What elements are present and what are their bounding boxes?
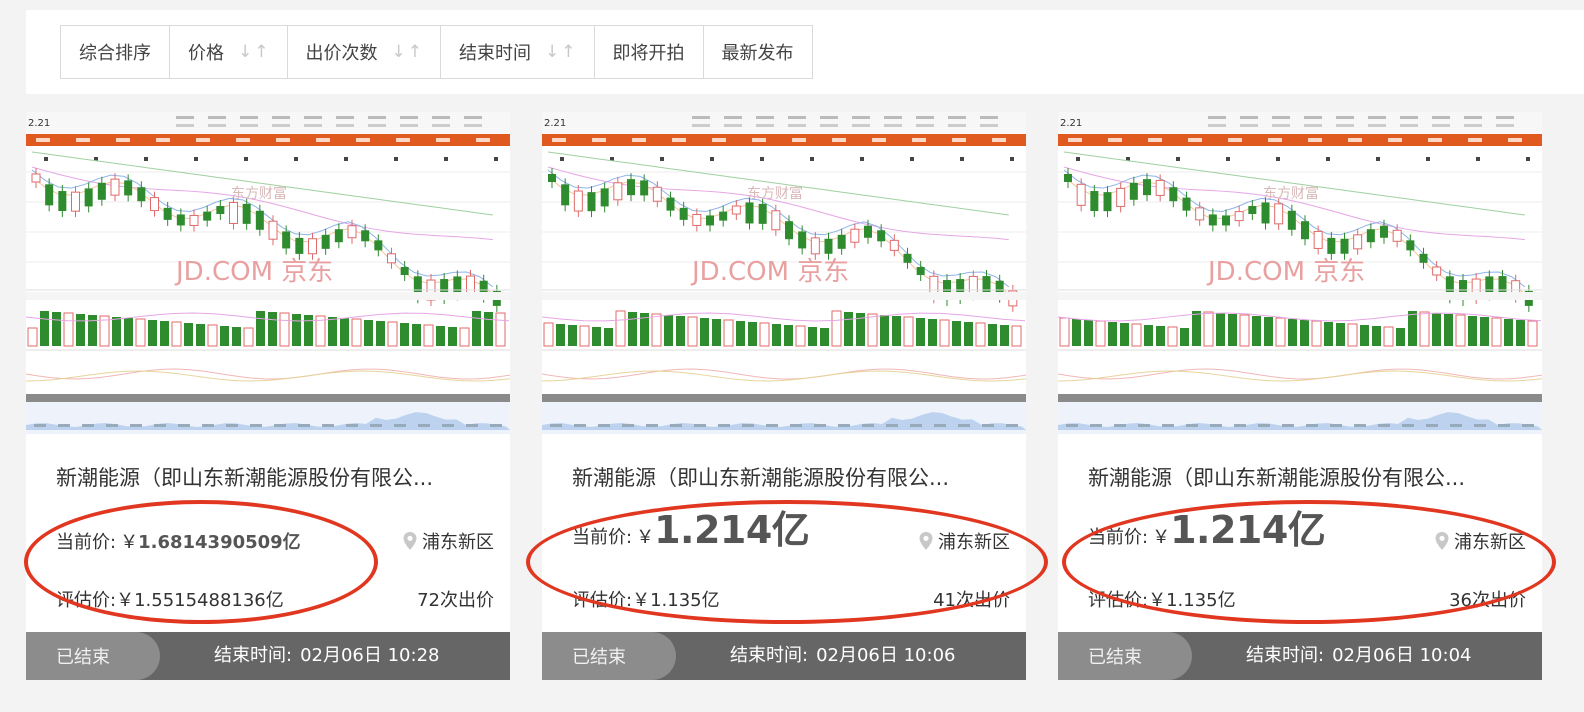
estimate-row: 评估价:￥1.135亿 41次出价	[572, 586, 1010, 612]
end-time-label: 结束时间:	[214, 645, 293, 666]
sort-tab-group: 综合排序 价格 ↓ ↑ 出价次数 ↓ ↑ 结束时间 ↓ ↑ 即将开拍 最新发布	[60, 25, 813, 79]
jd-watermark: JD.COM 京东	[174, 257, 333, 287]
location: 浦东新区	[402, 528, 494, 554]
estimate-row: 评估价:￥1.135亿 36次出价	[1088, 586, 1526, 612]
stock-chart-thumbnail: 2.21 东方财富 JD.COM 京东	[542, 112, 1026, 434]
end-time: 结束时间: 02月06日 10:04	[1246, 632, 1471, 680]
card-footer: 已结束 结束时间: 02月06日 10:06	[542, 632, 1026, 680]
status-label: 已结束	[56, 647, 110, 668]
sort-tab-5[interactable]: 最新发布	[704, 26, 812, 78]
end-time-value: 02月06日 10:06	[816, 645, 956, 666]
stock-chart-thumbnail: 2.21 东方财富 JD.COM 京东	[1058, 112, 1542, 434]
currency-symbol: ￥	[636, 527, 655, 548]
status-label: 已结束	[1088, 647, 1142, 668]
map-pin-icon	[403, 532, 417, 550]
jd-watermark: JD.COM 京东	[1206, 257, 1365, 287]
currency-symbol: ￥	[1152, 527, 1171, 548]
current-price-label: 当前价:	[572, 527, 633, 548]
sort-tab-4[interactable]: 即将开拍	[595, 26, 704, 78]
card-title[interactable]: 新潮能源（即山东新潮能源股份有限公...	[1088, 462, 1518, 492]
location-label: 浦东新区	[938, 532, 1010, 553]
location-label: 浦东新区	[1454, 532, 1526, 553]
bid-count: 72次出价	[417, 590, 494, 611]
location: 浦东新区	[1434, 528, 1526, 554]
price-row: 当前价: ￥1.214亿 浦东新区	[572, 508, 1010, 564]
estimate-price: 评估价:￥1.135亿	[1088, 590, 1236, 611]
status-label: 已结束	[572, 647, 626, 668]
sort-tab-1[interactable]: 价格 ↓ ↑	[170, 26, 288, 78]
status-badge: 已结束	[26, 632, 160, 680]
status-badge: 已结束	[1058, 632, 1192, 680]
thumb-price-label: 2.21	[1060, 118, 1082, 129]
current-price: 当前价: ￥1.6814390509亿	[56, 528, 301, 554]
card-thumbnail[interactable]: 2.21 东方财富 JD.COM 京东	[26, 112, 510, 434]
sort-tab-label: 价格	[188, 43, 224, 64]
svg-text:东方财富: 东方财富	[231, 185, 287, 202]
map-pin-icon	[1435, 532, 1449, 550]
sort-tab-3[interactable]: 结束时间 ↓ ↑	[441, 26, 595, 78]
sort-arrows-icon: ↓ ↑	[545, 41, 576, 62]
price-row: 当前价: ￥1.6814390509亿 浦东新区	[56, 514, 494, 564]
current-price-label: 当前价:	[56, 532, 117, 553]
current-price-value: 1.214亿	[654, 508, 810, 552]
auction-card[interactable]: 2.21 东方财富 JD.COM 京东 新潮能源（即山东新潮能源股份有限公... 当…	[542, 112, 1026, 680]
currency-symbol: ￥	[120, 532, 139, 553]
jd-watermark: JD.COM 京东	[690, 257, 849, 287]
current-price: 当前价: ￥1.214亿	[1088, 499, 1326, 554]
card-title[interactable]: 新潮能源（即山东新潮能源股份有限公...	[56, 462, 486, 492]
card-thumbnail[interactable]: 2.21 东方财富 JD.COM 京东	[1058, 112, 1542, 434]
card-footer: 已结束 结束时间: 02月06日 10:28	[26, 632, 510, 680]
current-price-value: 1.214亿	[1170, 508, 1326, 552]
sort-tab-label: 综合排序	[79, 43, 151, 64]
status-badge: 已结束	[542, 632, 676, 680]
svg-text:东方财富: 东方财富	[1263, 185, 1319, 202]
svg-text:东方财富: 东方财富	[747, 185, 803, 202]
stock-chart-thumbnail: 2.21 东方财富 JD.COM 京东	[26, 112, 510, 434]
sort-tab-label: 出价次数	[305, 43, 378, 64]
sort-tab-0[interactable]: 综合排序	[61, 26, 170, 78]
sort-arrows-icon: ↓ ↑	[238, 41, 269, 62]
card-thumbnail[interactable]: 2.21 东方财富 JD.COM 京东	[542, 112, 1026, 434]
end-time-value: 02月06日 10:04	[1332, 645, 1472, 666]
price-row: 当前价: ￥1.214亿 浦东新区	[1088, 508, 1526, 564]
estimate-row: 评估价:￥1.5515488136亿 72次出价	[56, 586, 494, 612]
end-time-label: 结束时间:	[1246, 645, 1325, 666]
estimate-price: 评估价:￥1.5515488136亿	[56, 590, 284, 611]
end-time: 结束时间: 02月06日 10:06	[730, 632, 955, 680]
auction-card[interactable]: 2.21 东方财富 JD.COM 京东 新潮能源（即山东新潮能源股份有限公... 当…	[26, 112, 510, 680]
sort-tab-label: 结束时间	[459, 43, 531, 64]
card-title[interactable]: 新潮能源（即山东新潮能源股份有限公...	[572, 462, 1002, 492]
sort-bar: 综合排序 价格 ↓ ↑ 出价次数 ↓ ↑ 结束时间 ↓ ↑ 即将开拍 最新发布	[26, 10, 1584, 94]
thumb-price-label: 2.21	[544, 118, 566, 129]
card-footer: 已结束 结束时间: 02月06日 10:04	[1058, 632, 1542, 680]
sort-tab-2[interactable]: 出价次数 ↓ ↑	[288, 26, 441, 78]
sort-tab-label: 即将开拍	[612, 43, 685, 64]
current-price-label: 当前价:	[1088, 527, 1149, 548]
current-price: 当前价: ￥1.214亿	[572, 499, 810, 554]
current-price-value: 1.6814390509亿	[138, 532, 301, 553]
estimate-price: 评估价:￥1.135亿	[572, 590, 720, 611]
location-label: 浦东新区	[422, 532, 494, 553]
end-time-value: 02月06日 10:28	[300, 645, 440, 666]
bid-count: 41次出价	[933, 590, 1010, 611]
thumb-price-label: 2.21	[28, 118, 50, 129]
auction-card[interactable]: 2.21 东方财富 JD.COM 京东 新潮能源（即山东新潮能源股份有限公... 当…	[1058, 112, 1542, 680]
end-time: 结束时间: 02月06日 10:28	[214, 632, 439, 680]
location: 浦东新区	[918, 528, 1010, 554]
end-time-label: 结束时间:	[730, 645, 809, 666]
sort-tab-label: 最新发布	[721, 43, 794, 64]
sort-arrows-icon: ↓ ↑	[391, 41, 423, 62]
map-pin-icon	[919, 532, 933, 550]
bid-count: 36次出价	[1449, 590, 1526, 611]
